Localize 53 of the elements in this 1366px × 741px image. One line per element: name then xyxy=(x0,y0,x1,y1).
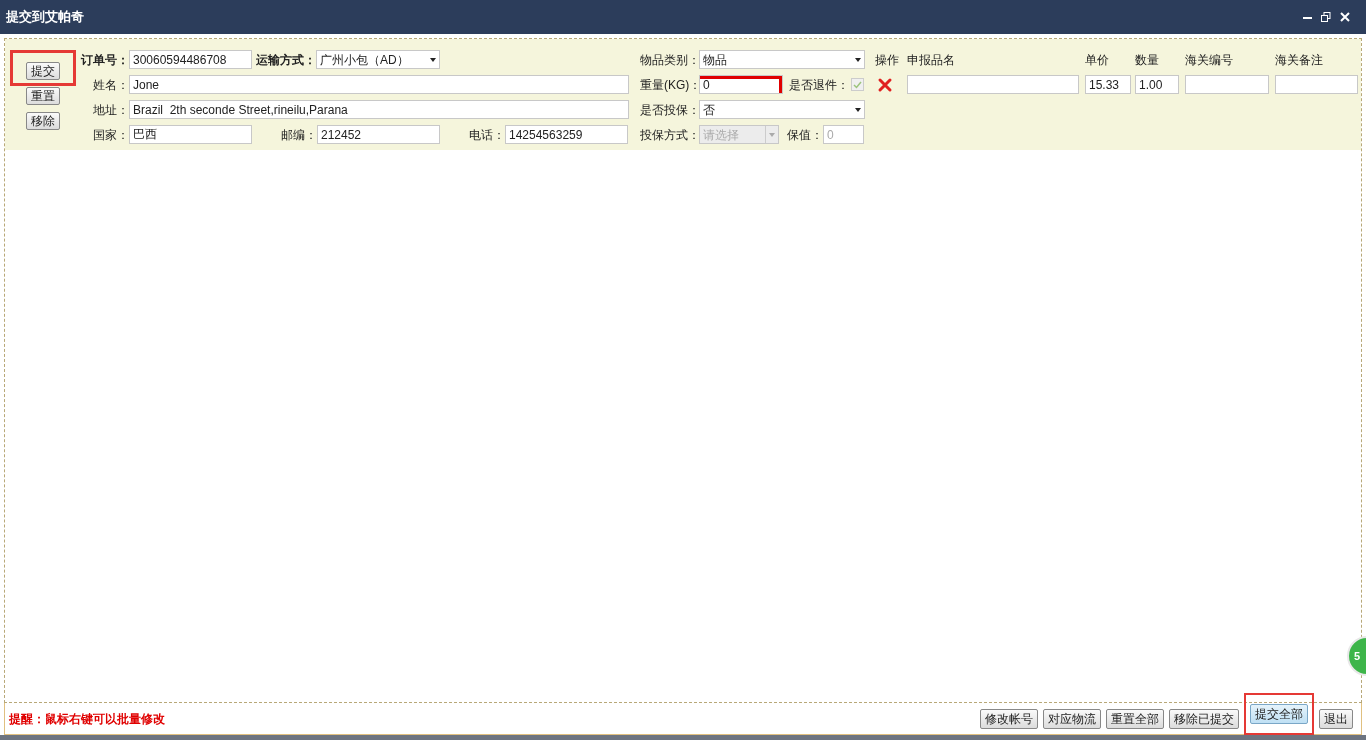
column-header: 单价 xyxy=(1085,51,1110,69)
row-button[interactable]: 提交 xyxy=(25,62,60,80)
input-field[interactable]: 30060594486708 xyxy=(129,50,252,69)
row-button[interactable]: 移除 xyxy=(25,112,60,130)
footer-button[interactable]: 修改帐号 xyxy=(980,708,1038,729)
row-button[interactable]: 重置 xyxy=(25,87,60,105)
footer-button[interactable]: 对应物流 xyxy=(1043,708,1101,729)
input-field[interactable]: Brazil 2th seconde Street,rineilu,Parana xyxy=(129,100,629,119)
window-title: 提交到艾帕奇 xyxy=(6,8,84,27)
field-label: 邮编： xyxy=(280,126,317,144)
input-field[interactable]: 212452 xyxy=(317,125,440,144)
restore-icon[interactable] xyxy=(1321,12,1331,22)
footer-button[interactable]: 移除已提交 xyxy=(1169,708,1239,729)
caret-icon xyxy=(769,132,775,137)
footer-button[interactable]: 退出 xyxy=(1319,708,1353,729)
input-field[interactable]: 0 xyxy=(699,75,783,94)
dropdown[interactable]: 否 xyxy=(699,100,865,119)
field-label: 姓名： xyxy=(92,76,129,94)
caret-icon xyxy=(430,57,436,62)
minimize-icon[interactable] xyxy=(1303,15,1312,19)
input-field[interactable] xyxy=(1275,75,1358,94)
column-header: 申报品名 xyxy=(907,51,956,69)
input-field[interactable]: Jone xyxy=(129,75,629,94)
column-header: 操作 xyxy=(875,51,900,69)
input-field[interactable]: 15.33 xyxy=(1085,75,1131,94)
footer-button[interactable]: 提交全部 xyxy=(1250,703,1308,724)
dropdown[interactable]: 广州小包（AD） xyxy=(316,50,440,69)
field-label: 运输方式： xyxy=(255,51,316,69)
hint-text: 提醒：鼠标右键可以批量修改 xyxy=(9,710,165,728)
column-header: 海关备注 xyxy=(1275,51,1324,69)
field-label: 电话： xyxy=(468,126,505,144)
input-field[interactable] xyxy=(907,75,1079,94)
field-label: 是否投保： xyxy=(640,101,699,119)
field-label: 保值： xyxy=(786,126,823,144)
field-label: 是否退件： xyxy=(788,76,849,94)
dropdown[interactable]: 物品 xyxy=(699,50,865,69)
field-label: 国家： xyxy=(92,126,129,144)
input-field[interactable]: 1.00 xyxy=(1135,75,1179,94)
close-icon[interactable] xyxy=(1340,12,1350,22)
input-field[interactable]: 巴西 xyxy=(129,125,252,144)
input-field[interactable] xyxy=(1185,75,1269,94)
column-header: 海关编号 xyxy=(1185,51,1234,69)
caret-icon xyxy=(855,57,861,62)
caret-icon xyxy=(855,107,861,112)
field-label: 物品类别： xyxy=(640,51,699,69)
field-label: 投保方式： xyxy=(640,126,699,144)
field-label: 重量(KG)： xyxy=(640,76,699,94)
footer-button[interactable]: 重置全部 xyxy=(1106,708,1164,729)
field-label: 地址： xyxy=(92,101,129,119)
input-field[interactable]: 14254563259 xyxy=(505,125,628,144)
delete-icon[interactable] xyxy=(877,76,893,93)
field-label: 订单号： xyxy=(79,51,129,69)
column-header: 数量 xyxy=(1135,51,1160,69)
